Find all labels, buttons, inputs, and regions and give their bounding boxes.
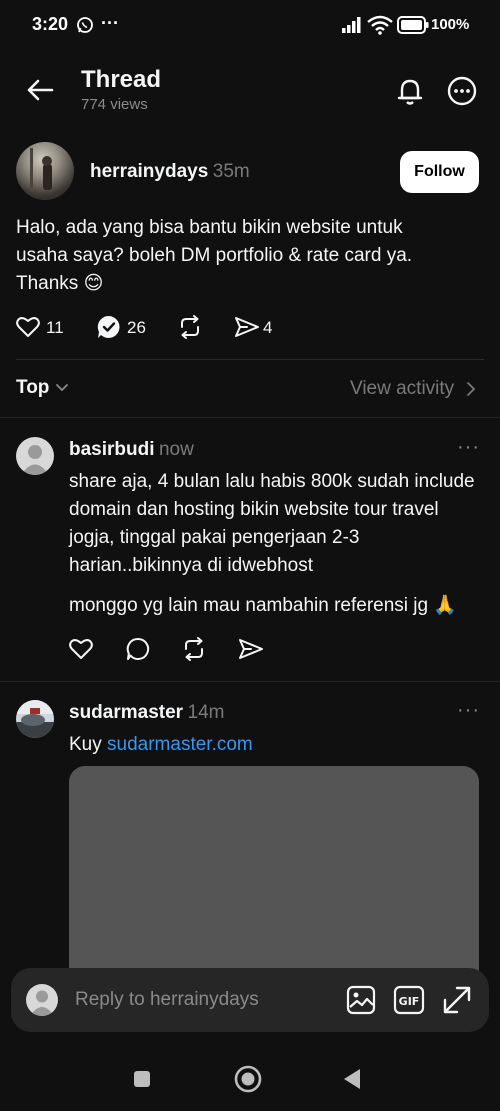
reply-username[interactable]: sudarmaster	[69, 702, 183, 723]
status-bar: 3:20 ··· 100%	[0, 0, 500, 52]
reply-author-line: sudarmaster 14m	[69, 702, 224, 724]
divider	[16, 359, 484, 360]
reply-text: Kuy sudarmaster.com	[69, 731, 489, 759]
reply-text: monggo yg lain mau nambahin referensi jg…	[69, 595, 458, 616]
like-count: 11	[46, 318, 64, 337]
battery-icon	[397, 16, 429, 34]
reply-text: share aja, 4 bulan lalu habis 800k sudah…	[69, 471, 475, 576]
reply-more-icon[interactable]: ···	[457, 699, 480, 722]
divider	[0, 681, 500, 682]
page-title: Thread	[81, 66, 162, 93]
reply-count-icon[interactable]	[97, 315, 121, 339]
avatar[interactable]	[16, 142, 74, 200]
divider	[0, 417, 500, 418]
back-icon[interactable]	[342, 1068, 362, 1090]
comment-icon[interactable]	[126, 637, 150, 661]
repost-icon[interactable]	[177, 315, 203, 339]
system-navigation-bar	[0, 1040, 500, 1111]
avatar[interactable]	[16, 437, 54, 475]
view-activity-link[interactable]: View activity	[350, 378, 454, 400]
svg-text:GIF: GIF	[399, 995, 420, 1008]
avatar	[26, 984, 58, 1016]
reply-time: now	[158, 439, 194, 460]
recents-icon[interactable]	[133, 1070, 151, 1088]
reply-more-icon[interactable]: ···	[457, 436, 480, 459]
reply-link[interactable]: sudarmaster.com	[107, 734, 253, 755]
back-arrow-icon[interactable]	[26, 78, 54, 102]
home-icon[interactable]	[234, 1065, 262, 1093]
reply-username[interactable]: basirbudi	[69, 439, 155, 460]
more-notifications-icon: ···	[101, 13, 119, 33]
gif-icon[interactable]: GIF	[393, 985, 425, 1015]
signal-icon	[342, 17, 364, 33]
reply-count: 26	[127, 318, 146, 337]
status-time: 3:20	[32, 14, 69, 34]
reply-author-line: basirbudi now	[69, 439, 194, 461]
reply-text-prefix: Kuy	[69, 734, 108, 755]
view-count: 774 views	[81, 96, 148, 113]
chevron-down-icon[interactable]	[55, 383, 69, 393]
more-options-icon[interactable]	[447, 76, 477, 106]
share-icon[interactable]	[234, 316, 260, 338]
share-icon[interactable]	[238, 638, 264, 660]
follow-button[interactable]: Follow	[400, 151, 479, 193]
wifi-icon	[367, 15, 393, 35]
repost-icon[interactable]	[181, 637, 207, 661]
like-icon[interactable]	[69, 638, 93, 660]
post-author-line: herrainydays 35m	[90, 161, 250, 183]
reply-time: 14m	[187, 702, 225, 723]
like-icon[interactable]	[16, 316, 40, 338]
reply-input[interactable]: Reply to herrainydays	[75, 989, 259, 1011]
battery-level: 100%	[431, 16, 470, 33]
thread-header	[0, 52, 500, 128]
post-username[interactable]: herrainydays	[90, 161, 208, 182]
image-icon[interactable]	[346, 985, 376, 1015]
chevron-right-icon[interactable]	[466, 381, 476, 397]
expand-icon[interactable]	[442, 985, 472, 1015]
post-time: 35m	[212, 161, 250, 182]
post-text: Halo, ada yang bisa bantu bikin website …	[16, 217, 413, 294]
whatsapp-icon	[76, 16, 94, 34]
share-count: 4	[263, 318, 273, 337]
avatar[interactable]	[16, 700, 54, 738]
sort-label[interactable]: Top	[16, 377, 49, 399]
bell-icon[interactable]	[395, 76, 425, 106]
